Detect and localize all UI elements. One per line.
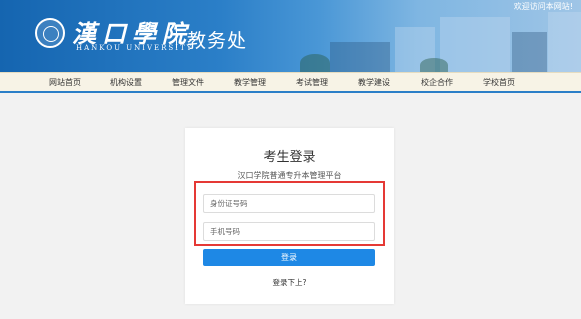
login-title: 考生登录 bbox=[263, 150, 316, 165]
welcome-text: 欢迎访问本网站! bbox=[513, 2, 573, 11]
login-subtitle: 汉口学院普通专升本管理平台 bbox=[237, 171, 342, 180]
school-seal-logo[interactable] bbox=[35, 18, 65, 48]
nav-item-teaching[interactable]: 教学管理 bbox=[234, 77, 266, 88]
nav-item-school-home[interactable]: 学校首页 bbox=[483, 77, 515, 88]
nav-item-exams[interactable]: 考试管理 bbox=[296, 77, 328, 88]
header-divider bbox=[176, 26, 177, 48]
nav-item-construction[interactable]: 教学建设 bbox=[358, 77, 390, 88]
banner-building bbox=[512, 32, 547, 72]
login-button[interactable]: 登录 bbox=[203, 249, 375, 266]
banner-building bbox=[440, 17, 510, 72]
download-link[interactable]: 登录下上? bbox=[185, 277, 394, 288]
input-highlight-box bbox=[194, 181, 385, 246]
nav-item-organization[interactable]: 机构设置 bbox=[110, 77, 142, 88]
banner-building bbox=[548, 12, 581, 72]
nav-item-home[interactable]: 网站首页 bbox=[49, 77, 81, 88]
nav-item-documents[interactable]: 管理文件 bbox=[172, 77, 204, 88]
header-banner: 欢迎访问本网站! 漢口學院 HANKOU UNIVERSITY 教务处 bbox=[0, 0, 581, 72]
nav-item-cooperation[interactable]: 校企合作 bbox=[421, 77, 453, 88]
main-nav: 网站首页 机构设置 管理文件 教学管理 考试管理 教学建设 校企合作 学校首页 bbox=[0, 72, 581, 93]
banner-tree bbox=[300, 54, 330, 72]
banner-tree bbox=[420, 58, 448, 72]
banner-building bbox=[330, 42, 390, 72]
department-title: 教务处 bbox=[187, 30, 248, 52]
